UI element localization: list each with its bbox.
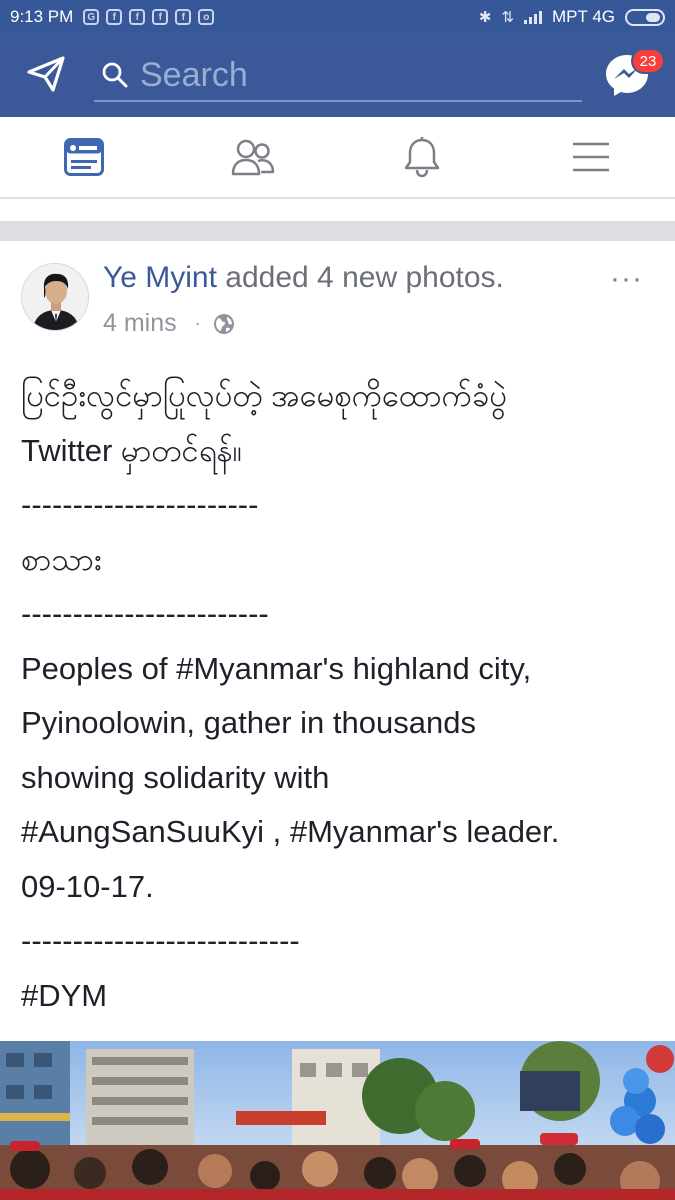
post-line: #DYM — [21, 977, 108, 1013]
status-bar: 9:13 PM G f f f f o ✱ ⇅ MPT 4G — [0, 0, 675, 34]
search-placeholder: Search — [140, 55, 248, 94]
tab-notifications[interactable] — [338, 117, 507, 197]
search-icon — [102, 62, 128, 88]
post-line: Peoples of #Myanmar's highland city, — [21, 650, 532, 686]
app-bar: Search 23 — [0, 34, 675, 117]
carrier-label: MPT 4G — [552, 7, 615, 26]
post-line: #AungSanSuuKyi , #Myanmar's leader. — [21, 814, 560, 849]
post-line: --------------------------- — [21, 923, 300, 958]
post-line: စာသား — [21, 541, 102, 577]
status-right: ✱ ⇅ MPT 4G — [479, 7, 665, 27]
message-count-badge: 23 — [631, 48, 665, 74]
post-line: Twitter မှာတင်ရန်။ — [21, 432, 242, 468]
post-text: ပြင်ဦးလွင်မှာပြုလုပ်တဲ့ အမေစုကိုထောက်ခံပ… — [21, 369, 661, 1023]
google-notification-icon: G — [83, 9, 100, 25]
meta-separator: · — [194, 313, 201, 333]
battery-icon — [625, 8, 665, 26]
feed-divider — [0, 221, 675, 241]
facebook-notification-icon: f — [106, 9, 123, 25]
messenger-button[interactable]: 23 — [604, 48, 665, 102]
app-notification-icon: o — [198, 9, 215, 25]
bluetooth-icon: ✱ — [478, 9, 492, 26]
more-options-icon[interactable]: ··· — [610, 264, 643, 294]
post-meta: 4 mins · — [103, 309, 504, 338]
notification-icons: G f f f f o — [83, 9, 215, 25]
tab-news-feed[interactable] — [0, 117, 169, 197]
feed-post: Ye Myint added 4 new photos. 4 mins · ··… — [0, 241, 675, 1200]
bell-icon — [404, 137, 440, 178]
post-line: ------------------------ — [21, 596, 269, 631]
status-time: 9:13 PM — [10, 7, 74, 26]
nav-tabs — [0, 117, 675, 199]
paper-plane-icon[interactable] — [26, 54, 66, 94]
tab-menu[interactable] — [506, 117, 675, 197]
post-line: showing solidarity with — [21, 759, 330, 795]
hamburger-menu-icon — [572, 142, 609, 172]
post-line: 09-10-17. — [21, 868, 154, 904]
post-header: Ye Myint added 4 new photos. 4 mins · — [103, 261, 504, 338]
post-line: Pyinoolowin, gather in thousands — [21, 705, 476, 740]
post-line: ----------------------- — [21, 487, 259, 522]
news-feed-icon — [64, 138, 105, 176]
tab-friends[interactable] — [169, 117, 338, 197]
signal-strength-icon — [524, 10, 543, 24]
facebook-notification-icon: f — [152, 9, 169, 25]
search-input[interactable]: Search — [94, 50, 582, 102]
friends-icon — [231, 139, 275, 176]
author-avatar[interactable] — [21, 263, 89, 331]
author-name[interactable]: Ye Myint — [103, 261, 217, 294]
facebook-notification-icon: f — [175, 9, 192, 25]
post-timestamp[interactable]: 4 mins — [103, 309, 177, 338]
post-line: ပြင်ဦးလွင်မှာပြုလုပ်တဲ့ အမေစုကိုထောက်ခံပ… — [21, 378, 508, 413]
post-title: Ye Myint added 4 new photos. — [103, 261, 504, 295]
data-transfer-icon: ⇅ — [501, 9, 515, 26]
facebook-notification-icon: f — [129, 9, 146, 25]
post-photo[interactable] — [0, 1041, 675, 1200]
globe-icon — [213, 313, 234, 334]
post-action: added 4 new photos. — [225, 261, 504, 294]
